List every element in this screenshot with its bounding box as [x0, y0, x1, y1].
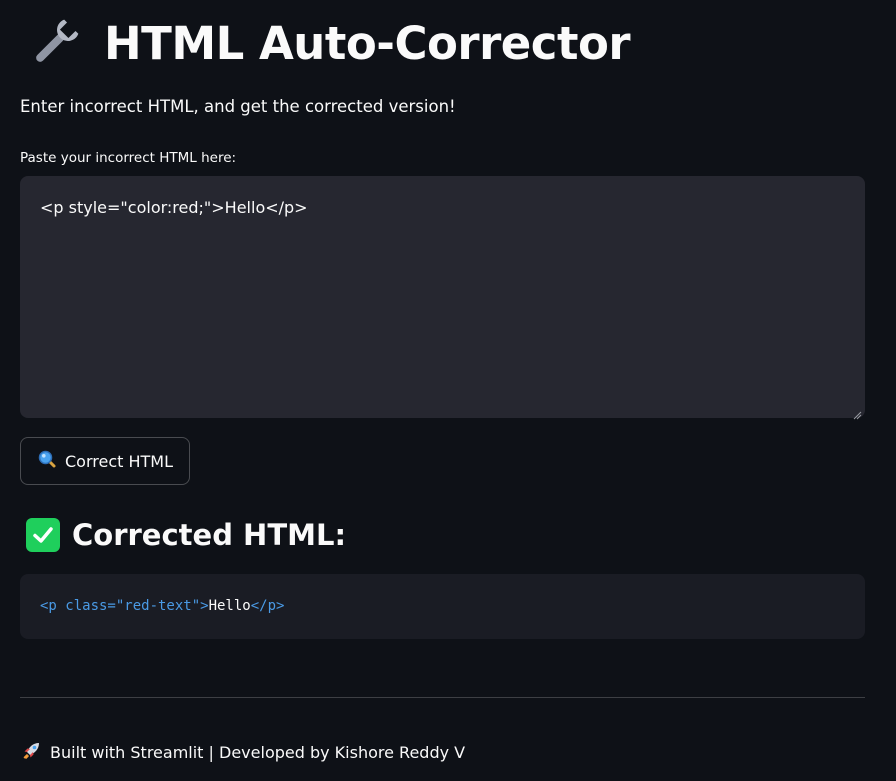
result-heading: Corrected HTML: [72, 518, 347, 552]
result-heading-row: Corrected HTML: [26, 515, 346, 555]
corrected-code: <p class="red-text">Hello</p> [40, 598, 284, 614]
corrected-code-block: <p class="red-text">Hello</p> [20, 574, 865, 639]
code-open-tag: <p class="red-text"> [40, 598, 209, 614]
code-close-tag: </p> [250, 598, 285, 614]
check-mark-icon [26, 518, 60, 552]
page-title: HTML Auto-Corrector [104, 16, 631, 70]
footer: Built with Streamlit | Developed by Kish… [22, 740, 465, 764]
footer-text: Built with Streamlit | Developed by Kish… [50, 742, 466, 762]
footer-divider [20, 697, 865, 698]
rocket-icon [22, 740, 42, 764]
html-input-label: Paste your incorrect HTML here: [20, 150, 237, 166]
html-input-textarea[interactable]: <p style="color:red;">Hello</p> [20, 176, 865, 420]
page-subtitle: Enter incorrect HTML, and get the correc… [20, 97, 456, 116]
correct-html-button-label: Correct HTML [64, 451, 173, 471]
title-row: HTML Auto-Corrector [26, 10, 631, 76]
html-input-value[interactable]: <p style="color:red;">Hello</p> [40, 198, 308, 217]
resize-handle-icon[interactable] [852, 405, 862, 420]
wrench-icon [26, 14, 84, 72]
app-root: HTML Auto-Corrector Enter incorrect HTML… [0, 0, 896, 781]
correct-html-button[interactable]: Correct HTML [20, 437, 190, 485]
magnifier-icon [37, 449, 57, 473]
code-text: Hello [208, 598, 251, 614]
